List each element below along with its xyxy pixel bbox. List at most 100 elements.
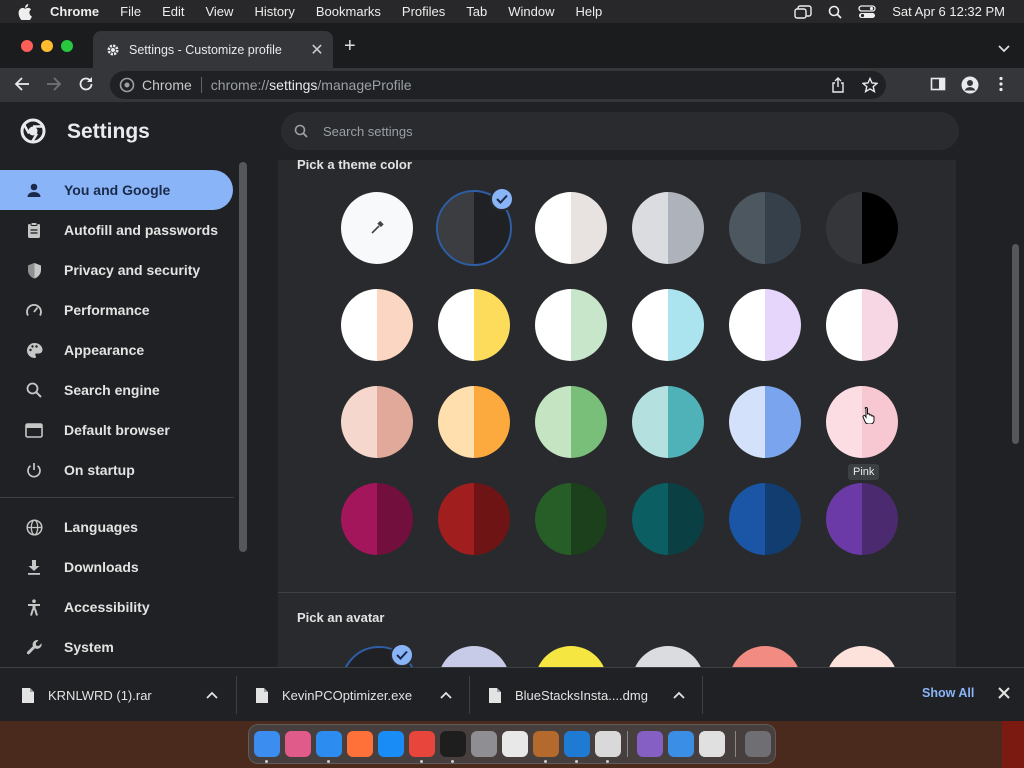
chevron-up-icon[interactable]	[206, 691, 218, 699]
theme-color-swatch[interactable]	[826, 483, 898, 555]
menu-profiles[interactable]: Profiles	[402, 4, 445, 19]
theme-color-swatch[interactable]	[729, 386, 801, 458]
theme-color-swatch[interactable]	[438, 386, 510, 458]
sidebar-item-on-startup[interactable]: On startup	[0, 450, 233, 490]
script-editor-icon[interactable]	[502, 731, 528, 757]
theme-color-swatch[interactable]	[535, 192, 607, 264]
theme-color-swatch[interactable]	[535, 386, 607, 458]
avatar-option[interactable]	[729, 646, 801, 667]
finder-icon[interactable]	[254, 731, 280, 757]
vscode-icon[interactable]	[564, 731, 590, 757]
avatar-option[interactable]	[632, 646, 704, 667]
theme-color-swatch[interactable]	[729, 192, 801, 264]
theme-color-swatch[interactable]	[438, 483, 510, 555]
menu-view[interactable]: View	[205, 4, 233, 19]
tab-strip: Settings - Customize profile ✕ +	[0, 23, 1024, 68]
sidebar-item-search-engine[interactable]: Search engine	[0, 370, 233, 410]
sidebar-item-default-browser[interactable]: Default browser	[0, 410, 233, 450]
menu-tab[interactable]: Tab	[466, 4, 487, 19]
system-settings-icon[interactable]	[471, 731, 497, 757]
safari-icon[interactable]	[316, 731, 342, 757]
forward-arrow-icon[interactable]	[46, 76, 62, 92]
launchpad-icon[interactable]	[285, 731, 311, 757]
chevron-up-icon[interactable]	[673, 691, 685, 699]
custom-color-swatch[interactable]	[341, 192, 413, 264]
search-settings-input[interactable]: Search settings	[281, 112, 959, 150]
menu-window[interactable]: Window	[508, 4, 554, 19]
avatar-option[interactable]	[438, 646, 510, 667]
app-store-icon[interactable]	[378, 731, 404, 757]
sidebar-item-appearance[interactable]: Appearance	[0, 330, 233, 370]
sidebar-item-you-and-google[interactable]: You and Google	[0, 170, 233, 210]
download-item[interactable]: KRNLWRD (1).rar	[21, 668, 236, 721]
sidebar-item-system[interactable]: System	[0, 627, 233, 667]
menu-app-name[interactable]: Chrome	[50, 4, 99, 19]
running-indicator	[606, 760, 609, 763]
main-scrollbar[interactable]	[1012, 244, 1019, 444]
theme-color-swatch[interactable]	[632, 483, 704, 555]
sidebar-item-autofill[interactable]: Autofill and passwords	[0, 210, 233, 250]
bookmark-star-icon[interactable]	[862, 77, 878, 93]
theme-color-swatch[interactable]	[341, 483, 413, 555]
apple-menu-icon[interactable]	[18, 3, 34, 20]
theme-color-swatch[interactable]	[341, 289, 413, 361]
theme-color-swatch[interactable]	[535, 483, 607, 555]
theme-color-swatch[interactable]	[438, 289, 510, 361]
side-panel-icon[interactable]	[930, 76, 946, 92]
instruments-icon[interactable]	[533, 731, 559, 757]
tab-search-chevron-icon[interactable]	[998, 40, 1010, 58]
profile-avatar-icon[interactable]	[961, 76, 979, 94]
sidebar-item-accessibility[interactable]: Accessibility	[0, 587, 233, 627]
spotlight-search-icon[interactable]	[828, 5, 842, 19]
theme-color-swatch[interactable]	[729, 289, 801, 361]
window-minimize-button[interactable]	[41, 40, 53, 52]
theme-color-swatch[interactable]	[535, 289, 607, 361]
share-icon[interactable]	[831, 77, 845, 93]
back-arrow-icon[interactable]	[14, 76, 30, 92]
menu-bookmarks[interactable]: Bookmarks	[316, 4, 381, 19]
download-item[interactable]: BlueStacksInsta....dmg	[488, 668, 703, 721]
menubar-clock[interactable]: Sat Apr 6 12:32 PM	[892, 4, 1005, 19]
download-item[interactable]: KevinPCOptimizer.exe	[255, 668, 470, 721]
menu-help[interactable]: Help	[576, 4, 603, 19]
theme-color-swatch[interactable]	[826, 192, 898, 264]
avatar-option[interactable]	[826, 646, 898, 667]
show-all-downloads-link[interactable]: Show All	[922, 686, 974, 700]
trash-icon[interactable]	[745, 731, 771, 757]
control-center-icon[interactable]	[858, 4, 876, 19]
sidebar-item-languages[interactable]: Languages	[0, 507, 233, 547]
chrome-site-icon[interactable]	[119, 77, 135, 93]
theme-color-swatch[interactable]	[632, 192, 704, 264]
theme-color-swatch[interactable]	[826, 289, 898, 361]
terminal-icon[interactable]	[440, 731, 466, 757]
chrome-icon[interactable]	[409, 731, 435, 757]
reload-icon[interactable]	[78, 76, 94, 92]
address-bar[interactable]: Chrome chrome://settings/manageProfile	[110, 71, 886, 99]
firefox-icon[interactable]	[347, 731, 373, 757]
window-close-button[interactable]	[21, 40, 33, 52]
menu-history[interactable]: History	[254, 4, 294, 19]
roblox-studio-icon[interactable]	[595, 731, 621, 757]
new-tab-button[interactable]: +	[344, 35, 356, 58]
theme-color-swatch[interactable]	[341, 386, 413, 458]
sidebar-item-privacy[interactable]: Privacy and security	[0, 250, 233, 290]
window-zoom-button[interactable]	[61, 40, 73, 52]
visual-studio-icon[interactable]	[637, 731, 663, 757]
chevron-up-icon[interactable]	[440, 691, 452, 699]
theme-color-swatch[interactable]	[632, 289, 704, 361]
sidebar-scrollbar[interactable]	[239, 162, 247, 552]
menu-edit[interactable]: Edit	[162, 4, 184, 19]
theme-color-swatch[interactable]	[729, 483, 801, 555]
tab-settings[interactable]: Settings - Customize profile ✕	[93, 31, 333, 68]
stage-manager-icon[interactable]	[794, 4, 812, 19]
more-menu-icon[interactable]	[999, 76, 1003, 92]
tab-close-icon[interactable]: ✕	[307, 40, 327, 60]
theme-color-swatch[interactable]	[632, 386, 704, 458]
menu-file[interactable]: File	[120, 4, 141, 19]
avatar-option[interactable]	[535, 646, 607, 667]
close-download-shelf-icon[interactable]	[998, 687, 1010, 699]
roblox-icon[interactable]	[699, 731, 725, 757]
onedrive-icon[interactable]	[668, 731, 694, 757]
sidebar-item-performance[interactable]: Performance	[0, 290, 233, 330]
sidebar-item-downloads[interactable]: Downloads	[0, 547, 233, 587]
